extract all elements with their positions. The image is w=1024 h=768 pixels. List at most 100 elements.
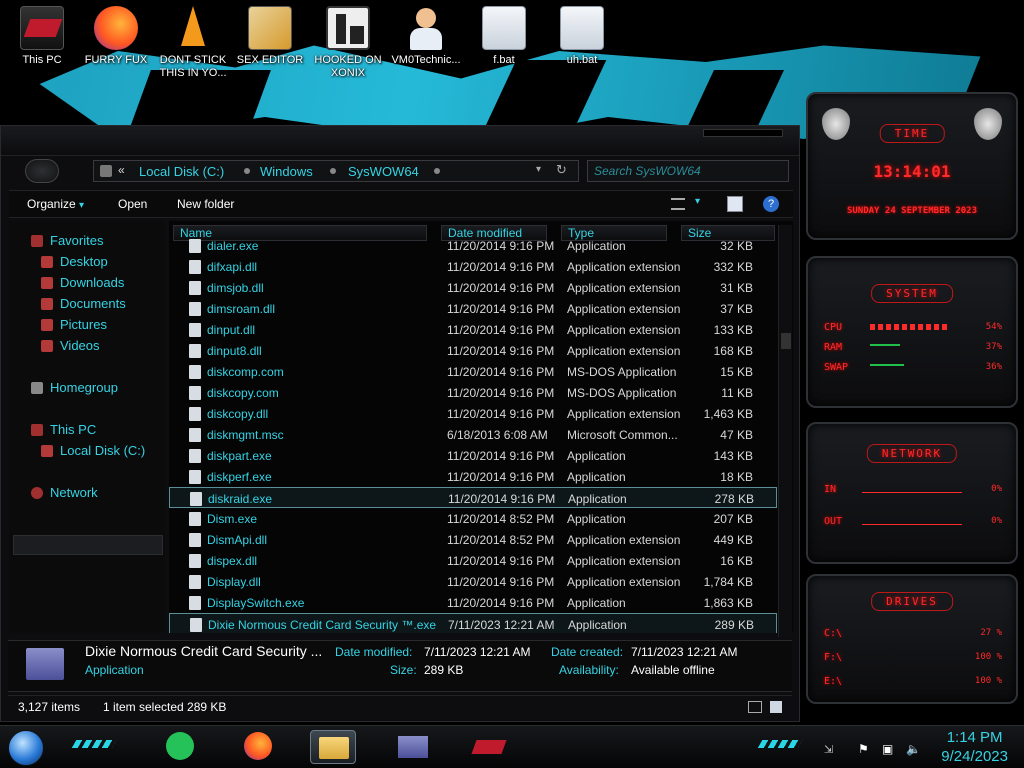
nav-network[interactable]: Network bbox=[31, 485, 98, 500]
title-bar[interactable] bbox=[1, 126, 799, 156]
breadcrumb-windows[interactable]: Windows bbox=[260, 164, 313, 179]
desktop-icon-hooked-on-xonix[interactable]: HOOKED ON XONIX bbox=[310, 6, 386, 80]
dll-file-icon bbox=[189, 260, 201, 274]
table-row[interactable]: difxapi.dll 11/20/2014 9:16 PM Application… bbox=[169, 256, 777, 277]
preview-pane-icon[interactable] bbox=[727, 196, 743, 212]
file-date-modified: 11/20/2014 9:16 PM bbox=[447, 575, 555, 589]
network-status-icon[interactable]: ▣ bbox=[882, 740, 896, 756]
flag-icon[interactable]: ⚑ bbox=[858, 740, 872, 756]
table-row[interactable]: dispex.dll 11/20/2014 9:16 PM Application … bbox=[169, 550, 777, 571]
breadcrumb-syswow64[interactable]: SysWOW64 bbox=[348, 164, 419, 179]
nav-videos[interactable]: Videos bbox=[41, 338, 100, 353]
table-row[interactable]: Display.dll 11/20/2014 9:16 PM Application… bbox=[169, 571, 777, 592]
vertical-scrollbar[interactable] bbox=[778, 225, 792, 637]
network-in-label: IN bbox=[824, 484, 837, 495]
chevron-down-icon[interactable]: ▾ bbox=[536, 164, 541, 175]
table-row[interactable]: Dism.exe 11/20/2014 8:52 PM Application 207… bbox=[169, 508, 777, 529]
table-row[interactable]: diskcomp.com 11/20/2014 9:16 PM MS-DOS App… bbox=[169, 361, 777, 382]
file-size: 449 KB bbox=[713, 533, 753, 547]
desktop-icon-dont-stick[interactable]: DONT STICK THIS IN YO... bbox=[155, 6, 231, 80]
table-row[interactable]: diskcopy.dll 11/20/2014 9:16 PM Applicatio… bbox=[169, 403, 777, 424]
breadcrumb-local-disk[interactable]: Local Disk (C:) bbox=[139, 164, 224, 179]
start-button[interactable] bbox=[8, 730, 44, 766]
file-list: Name Date modified Type Size dialer.exe 1… bbox=[169, 221, 793, 633]
file-size: 47 KB bbox=[720, 428, 753, 442]
taskbar-file-explorer[interactable] bbox=[310, 730, 356, 764]
desktop-icon-sex-editor[interactable]: SEX EDITOR bbox=[232, 6, 308, 67]
table-row[interactable]: dinput.dll 11/20/2014 9:16 PM Application … bbox=[169, 319, 777, 340]
folder-icon bbox=[100, 165, 112, 177]
chevron-down-icon[interactable]: ▾ bbox=[695, 196, 700, 207]
file-size: 16 KB bbox=[720, 554, 753, 568]
address-bar[interactable]: « Local Disk (C:) Windows SysWOW64 ▾ ↻ bbox=[93, 160, 579, 182]
desktop-icon-uh-bat[interactable]: uh.bat bbox=[544, 6, 620, 67]
nav-downloads[interactable]: Downloads bbox=[41, 275, 124, 290]
file-date-modified: 11/20/2014 9:16 PM bbox=[447, 281, 555, 295]
folder-icon bbox=[319, 737, 349, 759]
desktop-icon-furry-fux[interactable]: FURRY FUX bbox=[78, 6, 154, 67]
file-size: 18 KB bbox=[720, 470, 753, 484]
file-date-modified: 6/18/2013 6:08 AM bbox=[447, 428, 548, 442]
view-options-icon[interactable] bbox=[671, 198, 685, 210]
breadcrumb-separator[interactable] bbox=[330, 168, 336, 174]
table-row[interactable]: dimsjob.dll 11/20/2014 9:16 PM Application… bbox=[169, 277, 777, 298]
exe-file-icon bbox=[189, 428, 201, 442]
breadcrumb-separator[interactable] bbox=[244, 168, 250, 174]
nav-local-disk[interactable]: Local Disk (C:) bbox=[41, 443, 145, 458]
back-forward-button[interactable] bbox=[25, 159, 59, 183]
taskbar-app[interactable] bbox=[466, 730, 512, 764]
open-button[interactable]: Open bbox=[118, 197, 147, 211]
file-type: Application bbox=[568, 492, 627, 506]
file-type: Application extension bbox=[567, 344, 681, 358]
chat-app-icon bbox=[166, 732, 194, 760]
table-row[interactable]: diskmgmt.msc 6/18/2013 6:08 AM Microsoft C… bbox=[169, 424, 777, 445]
nav-desktop[interactable]: Desktop bbox=[41, 254, 108, 269]
network-in-value: 0% bbox=[991, 484, 1002, 494]
file-name: dinput8.dll bbox=[207, 344, 262, 358]
new-folder-button[interactable]: New folder bbox=[177, 197, 234, 211]
table-row[interactable]: DisplaySwitch.exe 11/20/2014 9:16 PM Appli… bbox=[169, 592, 777, 613]
file-size: 1,863 KB bbox=[703, 596, 753, 610]
desktop-icon-this-pc[interactable]: This PC bbox=[4, 6, 80, 67]
show-hidden-icons-icon[interactable]: ⇲ bbox=[824, 740, 838, 756]
drive-icon bbox=[41, 444, 53, 457]
nav-this-pc[interactable]: This PC bbox=[31, 422, 96, 437]
search-input[interactable]: Search SysWOW64 bbox=[587, 160, 789, 182]
taskbar-firefox[interactable] bbox=[236, 730, 282, 764]
desktop-icon-label: SEX EDITOR bbox=[236, 54, 304, 66]
file-name: Dixie Normous Credit Card Security ™.exe bbox=[208, 618, 437, 632]
table-row[interactable]: dimsroam.dll 11/20/2014 9:16 PM Applicatio… bbox=[169, 298, 777, 319]
organize-button[interactable]: Organize ▾ bbox=[27, 197, 84, 211]
file-name: diskcomp.com bbox=[207, 365, 284, 379]
file-type: Application extension bbox=[567, 407, 681, 421]
table-row[interactable]: diskraid.exe 11/20/2014 9:16 PM Applicatio… bbox=[169, 487, 777, 508]
nav-documents[interactable]: Documents bbox=[41, 296, 126, 311]
scrollbar-thumb[interactable] bbox=[781, 333, 791, 349]
taskbar-clock[interactable]: 1:14 PM 9/24/2023 bbox=[941, 728, 1008, 766]
taskbar-chat-app[interactable] bbox=[158, 730, 204, 764]
nav-favorites[interactable]: Favorites bbox=[31, 233, 103, 248]
volume-icon[interactable]: 🔈 bbox=[906, 740, 921, 756]
table-row[interactable]: diskcopy.com 11/20/2014 9:16 PM MS-DOS App… bbox=[169, 382, 777, 403]
table-row[interactable]: dialer.exe 11/20/2014 9:16 PM Application 3… bbox=[169, 235, 777, 256]
alien-head-icon bbox=[974, 108, 1002, 140]
table-row[interactable]: DismApi.dll 11/20/2014 8:52 PM Application… bbox=[169, 529, 777, 550]
table-row[interactable]: diskperf.exe 11/20/2014 9:16 PM Applicatio… bbox=[169, 466, 777, 487]
file-type: Application bbox=[567, 512, 626, 526]
help-icon[interactable]: ? bbox=[763, 196, 779, 212]
file-size: 1,463 KB bbox=[703, 407, 753, 421]
breadcrumb-separator[interactable] bbox=[434, 168, 440, 174]
desktop-icon-vm0technic[interactable]: VM0Technic... bbox=[388, 6, 464, 67]
table-row[interactable]: diskpart.exe 11/20/2014 9:16 PM Applicatio… bbox=[169, 445, 777, 466]
nav-label: Downloads bbox=[60, 275, 125, 290]
drive-f-value: 100 % bbox=[974, 652, 1002, 662]
table-row[interactable]: Dixie Normous Credit Card Security ™.exe… bbox=[169, 613, 777, 633]
nav-pictures[interactable]: Pictures bbox=[41, 317, 107, 332]
file-name: difxapi.dll bbox=[207, 260, 258, 274]
taskbar-credit-card-app[interactable] bbox=[390, 730, 436, 764]
nav-homegroup[interactable]: Homegroup bbox=[31, 380, 118, 395]
table-row[interactable]: dinput8.dll 11/20/2014 9:16 PM Application… bbox=[169, 340, 777, 361]
refresh-icon[interactable]: ↻ bbox=[556, 162, 567, 178]
file-size: 37 KB bbox=[720, 302, 753, 316]
desktop-icon-f-bat[interactable]: f.bat bbox=[466, 6, 542, 67]
